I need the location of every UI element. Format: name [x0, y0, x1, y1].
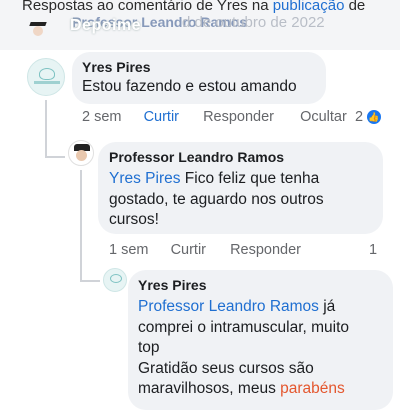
thread-line-branch	[45, 156, 65, 158]
leaf-logo-icon	[110, 274, 122, 283]
thread-line-branch	[80, 280, 100, 282]
comment-text-line: Gratidão seus cursos são	[138, 359, 314, 377]
logo-text-bar	[34, 81, 60, 84]
leaf-logo-icon	[39, 68, 55, 80]
reaction-count[interactable]: 1	[369, 242, 377, 258]
comment-text-line: Fico feliz que tenha	[180, 170, 320, 187]
comment-text-line: cursos!	[109, 211, 159, 228]
comment-text: Estou fazendo e estou amando	[82, 78, 297, 95]
comment-author[interactable]: Yres Pires	[138, 277, 207, 293]
like-button[interactable]: Curtir	[144, 109, 179, 125]
comment-author[interactable]: Yres Pires	[82, 59, 151, 75]
comment-text: Professor Leandro Ramos já comprei o int…	[138, 297, 388, 400]
overlay-label: Depoime	[70, 17, 142, 34]
thread-line	[80, 170, 82, 282]
avatar[interactable]	[27, 58, 65, 96]
comment-text-line: top	[138, 339, 160, 356]
avatar[interactable]	[103, 268, 127, 292]
mention-link[interactable]: Professor Leandro Ramos	[138, 298, 319, 315]
reply-button[interactable]: Responder	[203, 109, 274, 125]
comment-author[interactable]: Professor Leandro Ramos	[109, 149, 284, 165]
face-icon	[33, 26, 43, 36]
comment-actions: 1 sem Curtir Responder	[109, 242, 301, 258]
replies-header-title: Respostas ao comentário de Yres na publi…	[22, 0, 365, 14]
avatar[interactable]	[68, 140, 94, 166]
comment-actions: 2 sem Curtir Responder Ocultar	[82, 109, 347, 125]
reply-button[interactable]: Responder	[230, 242, 301, 258]
comment-text-line: gostado, te aguardo nos outros	[109, 190, 324, 208]
comment-text-line: já	[318, 298, 336, 315]
comment-text-line: maravilhosos, meus	[138, 380, 281, 397]
comment-time[interactable]: 1 sem	[109, 242, 149, 258]
like-button[interactable]: Curtir	[171, 242, 206, 258]
comment-text-line: comprei o intramuscular, muito	[138, 318, 350, 336]
comment-time[interactable]: 2 sem	[82, 109, 122, 125]
highlighted-word: parabéns	[280, 380, 345, 397]
hide-button[interactable]: Ocultar	[300, 109, 347, 125]
header-date: d de outubro de 2022	[182, 14, 325, 31]
header-prefix-text: Respostas ao comentário de Yres na	[22, 0, 273, 14]
face-icon	[76, 150, 87, 161]
reaction-count[interactable]: 2	[355, 109, 363, 125]
post-link[interactable]: publicação	[273, 0, 345, 14]
thread-line	[45, 100, 47, 158]
header-suffix-text: de	[344, 0, 366, 14]
like-reaction-icon: 👍	[367, 110, 381, 124]
comment-text: Yres Pires Fico feliz que tenha gostado,…	[109, 169, 379, 231]
mention-link[interactable]: Yres Pires	[109, 170, 181, 187]
post-author-avatar[interactable]	[24, 18, 54, 36]
